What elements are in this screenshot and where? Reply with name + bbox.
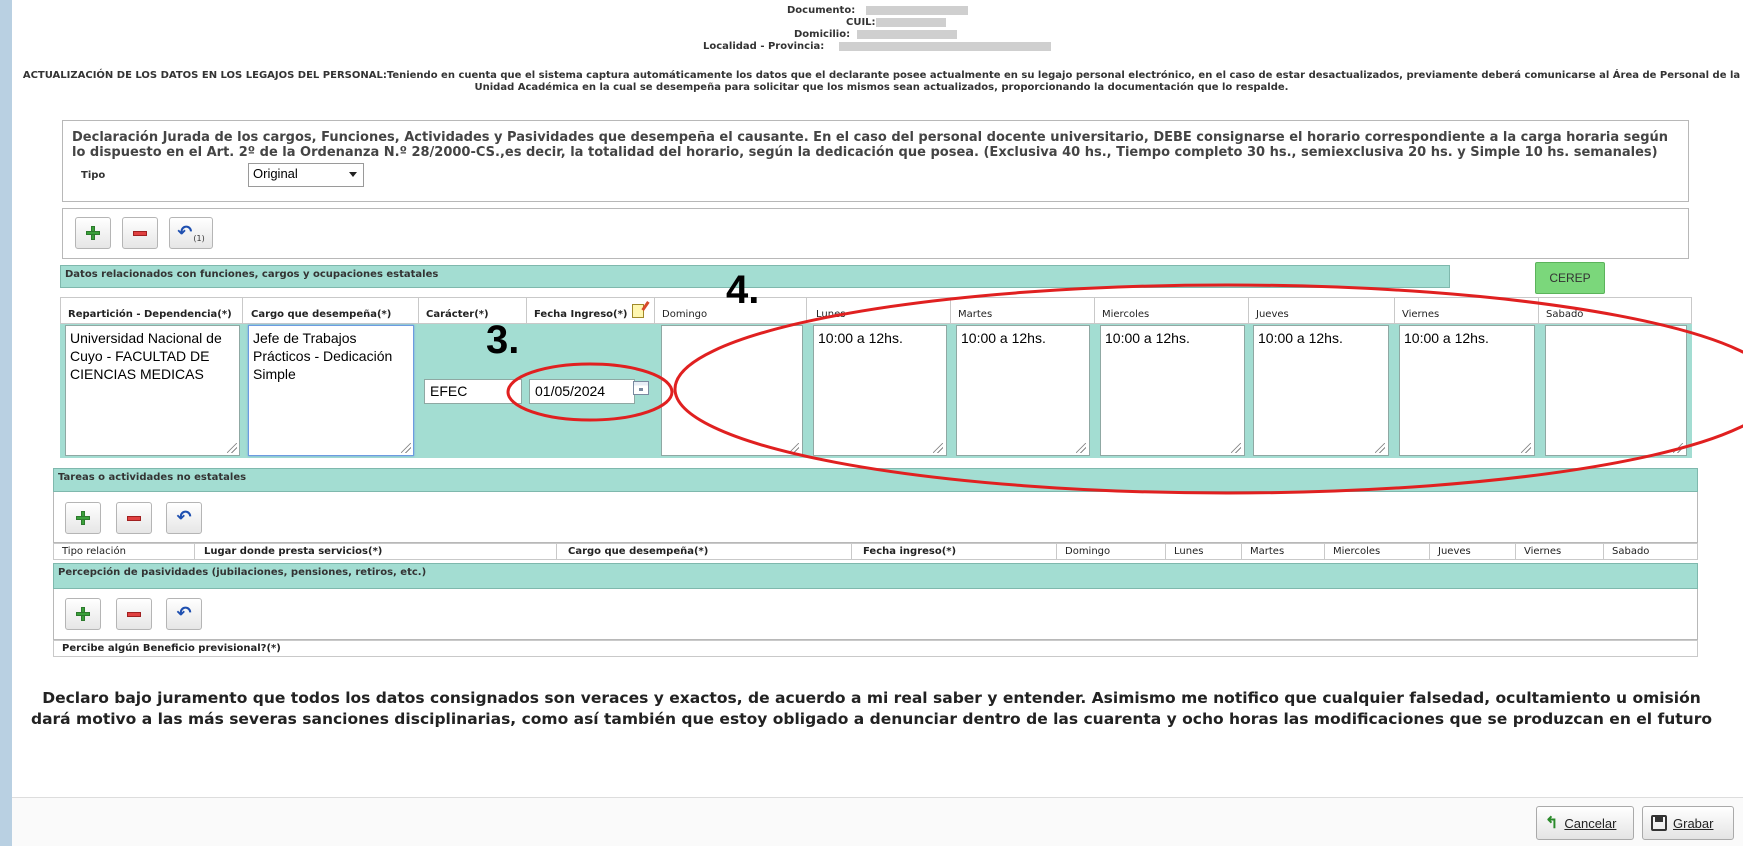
remove-button[interactable] (122, 217, 158, 249)
col-domingo: Domingo (1065, 546, 1111, 557)
caracter-input[interactable]: EFEC (424, 379, 522, 404)
no-estatales-column-headers: Tipo relación Lugar donde presta servici… (53, 543, 1698, 560)
undo-icon: ↶ (176, 603, 192, 624)
viernes-textarea[interactable]: 10:00 a 12hs. (1399, 325, 1535, 456)
oath-line-2: dará motivo a las más severas sanciones … (30, 710, 1712, 728)
martes-textarea[interactable]: 10:00 a 12hs. (956, 325, 1090, 456)
save-icon (1651, 815, 1667, 831)
documento-label: Documento: (787, 5, 856, 16)
add-button[interactable] (75, 217, 111, 249)
calendar-icon[interactable] (633, 381, 649, 395)
annotation-step-3: 3. (486, 318, 520, 362)
cargo-textarea[interactable]: Jefe de Trabajos Prácticos - Dedicación … (248, 325, 414, 456)
domicilio-redacted (857, 30, 957, 39)
col-jueves: Jueves (1256, 309, 1289, 320)
col-fecha-ingreso: Fecha Ingreso(*) (534, 309, 628, 320)
cuil-label: CUIL: (846, 17, 876, 28)
domingo-textarea[interactable] (661, 325, 803, 456)
col-lunes: Lunes (1174, 546, 1204, 557)
cancel-button[interactable]: ↰ Cancelar (1536, 806, 1634, 840)
no-estatales-toolbar (53, 492, 1698, 543)
col-domingo: Domingo (662, 309, 708, 320)
edit-note-icon[interactable] (632, 304, 644, 318)
undo-count: (1) (193, 233, 205, 243)
annotation-step-4: 4. (726, 268, 760, 312)
col-martes: Martes (1250, 546, 1285, 557)
minus-icon (127, 611, 141, 617)
back-arrow-icon: ↰ (1545, 815, 1559, 832)
undo-button[interactable]: ↶ (166, 598, 202, 630)
resize-grip-icon[interactable] (227, 443, 237, 453)
tipo-select-value: Original (253, 166, 298, 181)
col-miercoles: Miercoles (1333, 546, 1381, 557)
tipo-label: Tipo (81, 170, 106, 181)
save-button[interactable]: Grabar (1642, 806, 1734, 840)
cancel-label: Cancelar (1564, 815, 1617, 831)
resize-grip-icon[interactable] (789, 443, 799, 453)
save-label: Grabar (1673, 815, 1714, 831)
col-jueves: Jueves (1438, 546, 1471, 557)
cerep-button[interactable]: CEREP (1535, 262, 1605, 294)
pasividades-toolbar (53, 589, 1698, 640)
estatales-toolbar (62, 208, 1689, 259)
resize-grip-icon[interactable] (933, 443, 943, 453)
cuil-redacted (876, 18, 946, 27)
lunes-textarea[interactable]: 10:00 a 12hs. (813, 325, 947, 456)
minus-icon (127, 515, 141, 521)
footer-bar (12, 797, 1743, 846)
plus-icon (76, 607, 90, 621)
col-tipo-relacion: Tipo relación (62, 546, 126, 557)
undo-icon: ↶ (176, 507, 192, 528)
resize-grip-icon[interactable] (1521, 443, 1531, 453)
col-sabado: Sabado (1546, 309, 1584, 320)
col-sabado: Sabado (1612, 546, 1650, 557)
undo-button[interactable]: ↶ (166, 502, 202, 534)
plus-icon (86, 226, 100, 240)
col-viernes: Viernes (1524, 546, 1562, 557)
col-fecha-ingreso: Fecha ingreso(*) (863, 546, 957, 557)
resize-grip-icon[interactable] (1673, 443, 1683, 453)
reparticion-textarea[interactable]: Universidad Nacional de Cuyo - FACULTAD … (65, 325, 240, 456)
pasividades-column-headers: Percibe algún Beneficio previsional?(*) (53, 640, 1698, 657)
col-martes: Martes (958, 309, 993, 320)
add-button[interactable] (65, 502, 101, 534)
plus-icon (76, 511, 90, 525)
col-miercoles: Miercoles (1102, 309, 1150, 320)
update-notice: ACTUALIZACIÓN DE LOS DATOS EN LOS LEGAJO… (22, 70, 1741, 93)
sabado-textarea[interactable] (1545, 325, 1687, 456)
resize-grip-icon[interactable] (1076, 443, 1086, 453)
remove-button[interactable] (116, 598, 152, 630)
resize-grip-icon[interactable] (401, 443, 411, 453)
col-cargo: Cargo que desempeña(*) (251, 309, 392, 320)
domicilio-label: Domicilio: (794, 29, 851, 40)
remove-button[interactable] (116, 502, 152, 534)
undo-button[interactable]: ↶ (1) (169, 217, 213, 249)
documento-redacted (866, 6, 968, 15)
miercoles-textarea[interactable]: 10:00 a 12hs. (1100, 325, 1245, 456)
declaration-title: Declaración Jurada de los cargos, Funcio… (72, 130, 1672, 160)
oath-line-1: Declaro bajo juramento que todos los dat… (42, 689, 1701, 707)
minus-icon (133, 230, 147, 236)
pasividades-section-title: Percepción de pasividades (jubilaciones,… (53, 563, 1698, 589)
localidad-redacted (839, 42, 1051, 51)
undo-icon: ↶ (177, 222, 193, 243)
add-button[interactable] (65, 598, 101, 630)
resize-grip-icon[interactable] (1231, 443, 1241, 453)
tipo-select[interactable]: Original (248, 163, 364, 187)
col-reparticion: Repartición - Dependencia(*) (68, 309, 232, 320)
fecha-ingreso-input[interactable]: 01/05/2024 (529, 379, 635, 404)
oath-text: Declaro bajo juramento que todos los dat… (0, 688, 1743, 730)
chevron-down-icon (349, 172, 357, 177)
col-viernes: Viernes (1402, 309, 1440, 320)
beneficio-question: Percibe algún Beneficio previsional?(*) (62, 643, 281, 654)
col-cargo: Cargo que desempeña(*) (568, 546, 709, 557)
jueves-textarea[interactable]: 10:00 a 12hs. (1253, 325, 1389, 456)
localidad-label: Localidad - Provincia: (703, 41, 825, 52)
resize-grip-icon[interactable] (1375, 443, 1385, 453)
no-estatales-section-title: Tareas o actividades no estatales (53, 468, 1698, 492)
col-lunes: Lunes (816, 309, 846, 320)
col-lugar: Lugar donde presta servicios(*) (204, 546, 383, 557)
